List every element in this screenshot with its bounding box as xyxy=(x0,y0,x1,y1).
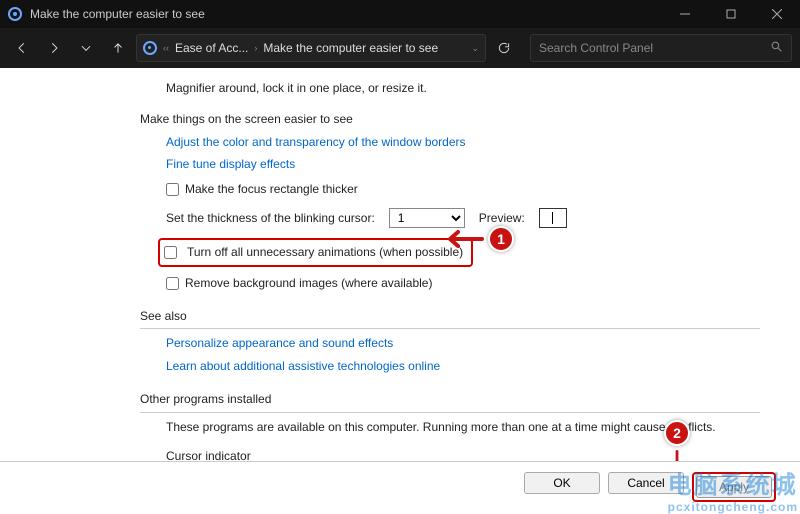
section-heading-easier: Make things on the screen easier to see xyxy=(140,111,760,128)
checkbox-turn-off-animations-label: Turn off all unnecessary animations (whe… xyxy=(187,244,463,261)
link-adjust-color[interactable]: Adjust the color and transparency of the… xyxy=(166,135,466,149)
chevron-right-icon: › xyxy=(254,43,257,53)
forward-button[interactable] xyxy=(40,34,68,62)
preview-label: Preview: xyxy=(479,210,525,227)
button-row: OK Cancel Apply xyxy=(0,461,800,502)
ok-button[interactable]: OK xyxy=(524,472,600,494)
back-button[interactable] xyxy=(8,34,36,62)
search-icon xyxy=(770,40,783,56)
checkbox-remove-bg-input[interactable] xyxy=(166,277,179,290)
chevron-right-icon: ‹‹ xyxy=(163,43,169,53)
section-heading-see-also: See also xyxy=(140,308,760,325)
cursor-thickness-select[interactable]: 1 xyxy=(389,208,465,228)
divider xyxy=(140,412,760,413)
cursor-thickness-label: Set the thickness of the blinking cursor… xyxy=(166,210,375,227)
maximize-button[interactable] xyxy=(708,0,754,28)
highlight-box-2: Apply xyxy=(692,472,776,502)
checkbox-focus-rectangle[interactable]: Make the focus rectangle thicker xyxy=(166,181,760,198)
search-box[interactable]: Search Control Panel xyxy=(530,34,792,62)
up-button[interactable] xyxy=(104,34,132,62)
callout-1: 1 xyxy=(444,226,514,252)
divider xyxy=(140,328,760,329)
breadcrumb-seg1[interactable]: Ease of Acc... xyxy=(175,41,248,55)
recent-button[interactable] xyxy=(72,34,100,62)
highlight-box-1: Turn off all unnecessary animations (whe… xyxy=(158,238,473,267)
cancel-button[interactable]: Cancel xyxy=(608,472,684,494)
callout-badge-2: 2 xyxy=(664,420,690,446)
titlebar: Make the computer easier to see xyxy=(0,0,800,28)
breadcrumb-seg2[interactable]: Make the computer easier to see xyxy=(263,41,438,55)
address-bar[interactable]: ‹‹ Ease of Acc... › Make the computer ea… xyxy=(136,34,486,62)
minimize-button[interactable] xyxy=(662,0,708,28)
checkbox-focus-rectangle-input[interactable] xyxy=(166,183,179,196)
link-assistive[interactable]: Learn about additional assistive technol… xyxy=(166,359,440,373)
refresh-button[interactable] xyxy=(490,34,518,62)
navbar: ‹‹ Ease of Acc... › Make the computer ea… xyxy=(0,28,800,68)
arrow-left-icon xyxy=(444,227,484,251)
checkbox-turn-off-animations-input[interactable] xyxy=(164,246,177,259)
callout-badge-1: 1 xyxy=(488,226,514,252)
link-personalize[interactable]: Personalize appearance and sound effects xyxy=(166,336,393,350)
apply-button[interactable]: Apply xyxy=(696,476,772,498)
chevron-down-icon[interactable]: ⌄ xyxy=(471,43,479,54)
close-button[interactable] xyxy=(754,0,800,28)
window-title: Make the computer easier to see xyxy=(30,7,662,21)
app-icon xyxy=(8,7,22,21)
search-placeholder: Search Control Panel xyxy=(539,41,653,55)
preview-box xyxy=(539,208,567,228)
checkbox-turn-off-animations[interactable]: Turn off all unnecessary animations (whe… xyxy=(164,244,463,261)
control-panel-icon xyxy=(143,41,157,55)
checkbox-remove-bg[interactable]: Remove background images (where availabl… xyxy=(166,275,760,292)
link-fine-tune[interactable]: Fine tune display effects xyxy=(166,157,295,171)
checkbox-remove-bg-label: Remove background images (where availabl… xyxy=(185,275,432,292)
magnifier-blurb: Magnifier around, lock it in one place, … xyxy=(166,80,760,97)
section-heading-other: Other programs installed xyxy=(140,391,760,408)
checkbox-focus-rectangle-label: Make the focus rectangle thicker xyxy=(185,181,358,198)
